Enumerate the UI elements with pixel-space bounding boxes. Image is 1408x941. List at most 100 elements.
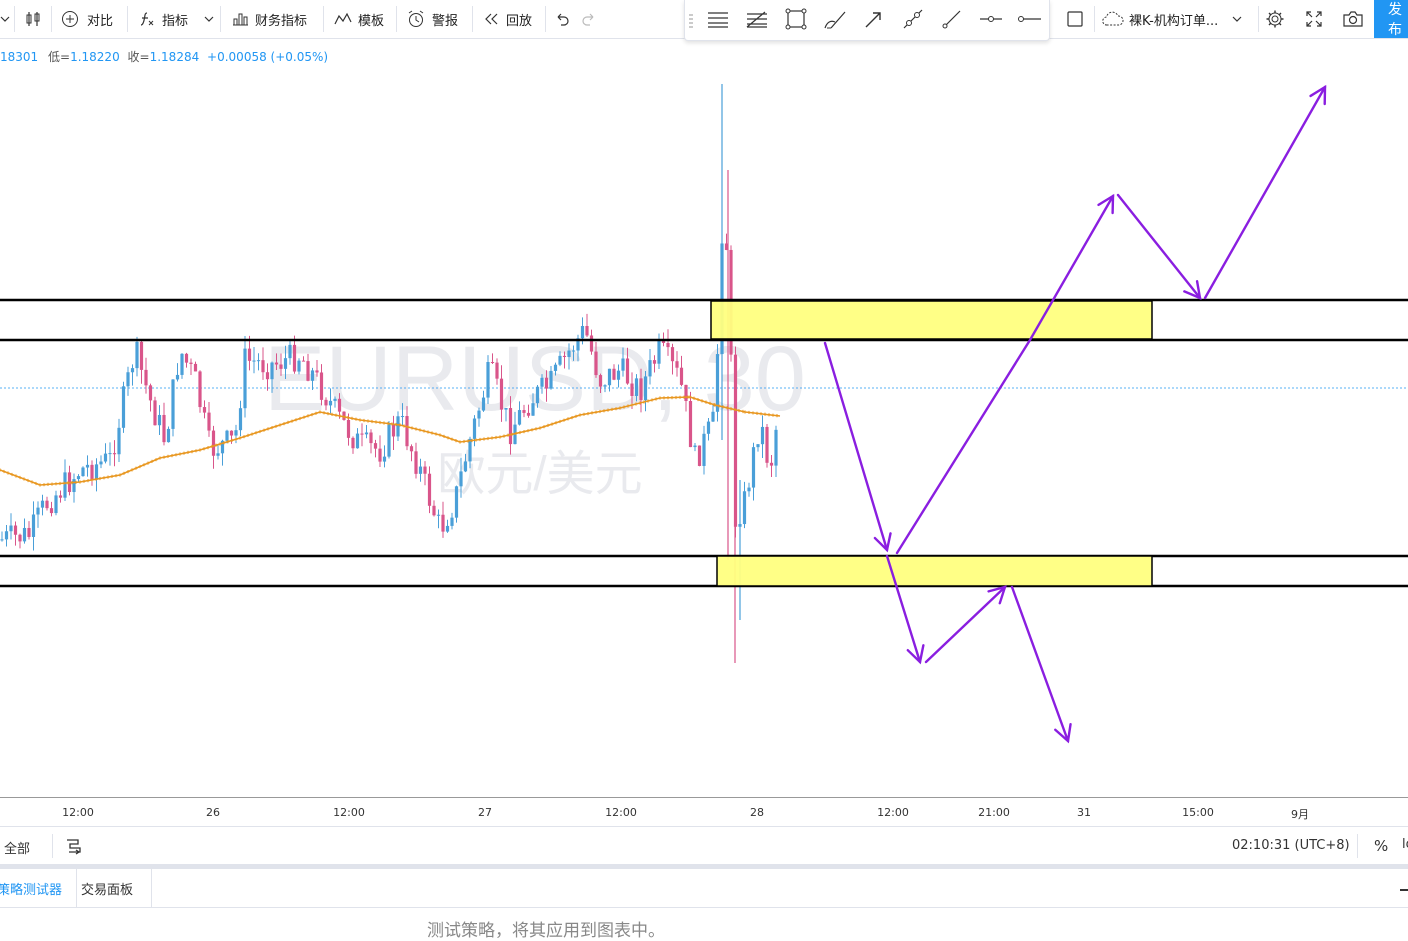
candle-body xyxy=(378,448,382,462)
candle-body xyxy=(58,495,63,498)
percent-scale-button[interactable]: % xyxy=(1374,837,1388,855)
candle-body xyxy=(634,378,639,396)
drag-handle-icon[interactable] xyxy=(689,13,693,28)
candle-body xyxy=(184,353,189,363)
candle-body xyxy=(666,342,670,348)
horizontal-line-button[interactable] xyxy=(1011,0,1049,38)
compare-label: 对比 xyxy=(87,13,114,29)
publish-button[interactable]: 发布 xyxy=(1374,0,1408,38)
candle-body xyxy=(225,430,229,441)
template-select[interactable]: 裸K-机构订单... xyxy=(1101,0,1242,38)
candle-body xyxy=(427,473,432,506)
projection-arrow-line[interactable] xyxy=(895,194,1115,555)
projection-arrow-line[interactable] xyxy=(924,585,1007,664)
compare-button[interactable]: 对比 xyxy=(61,0,113,38)
indicators-button[interactable]: 指标 xyxy=(138,0,214,38)
candle-body xyxy=(337,398,342,412)
range-all-button[interactable]: 全部 xyxy=(4,838,30,857)
chevron-down-icon[interactable] xyxy=(0,0,14,38)
date-range-button[interactable] xyxy=(64,836,84,860)
function-icon xyxy=(140,12,154,26)
fullscreen-button[interactable] xyxy=(1305,0,1323,38)
toolbar-divider xyxy=(51,6,52,32)
candle-body xyxy=(202,407,207,413)
brush-tools-button[interactable] xyxy=(816,0,854,38)
candle-body xyxy=(558,355,562,365)
candle-body xyxy=(477,410,481,419)
candle-body xyxy=(351,437,355,449)
candle-body xyxy=(261,360,265,373)
time-label: 12:00 xyxy=(333,806,365,819)
candle-body xyxy=(49,508,54,514)
shape-tools-button[interactable] xyxy=(777,0,815,38)
trend-line-button[interactable] xyxy=(894,0,932,38)
candle-body xyxy=(774,429,778,466)
fib-tools-button[interactable] xyxy=(738,0,776,38)
candle-body xyxy=(454,486,459,518)
redo-button[interactable] xyxy=(581,0,597,38)
ma-marker xyxy=(194,449,198,453)
rectangle-select-button[interactable] xyxy=(1066,0,1084,38)
time-axis[interactable]: 12:00 26 12:00 27 12:00 28 12:00 21:00 3… xyxy=(0,797,1408,826)
candle-body xyxy=(346,419,351,438)
candle-body xyxy=(153,400,157,426)
projection-arrow-line[interactable] xyxy=(823,341,889,552)
candle-body xyxy=(297,360,301,372)
candle-body xyxy=(594,351,598,376)
templates-label: 模板 xyxy=(358,13,385,29)
projection-arrow-line[interactable] xyxy=(1010,585,1070,743)
candle-body xyxy=(769,462,774,466)
arrow-tool-button[interactable] xyxy=(855,0,893,38)
candle-body xyxy=(301,360,306,362)
price-chart[interactable]: EURUSD, 30 欧元/美元 xyxy=(0,38,1408,797)
candle-body xyxy=(747,487,751,492)
templates-button[interactable]: 模板 xyxy=(334,0,384,38)
financials-button[interactable]: 财务指标 xyxy=(231,0,307,38)
minimize-icon[interactable] xyxy=(1400,889,1408,891)
replay-button[interactable]: 回放 xyxy=(482,0,532,38)
toolbar-divider xyxy=(220,6,221,32)
time-label: 15:00 xyxy=(1182,806,1214,819)
candle-body xyxy=(139,341,144,370)
candle-body xyxy=(612,368,616,380)
candle-body xyxy=(742,491,747,525)
support-zone[interactable] xyxy=(716,555,1153,587)
candle-body xyxy=(589,335,594,352)
camera-icon xyxy=(1343,11,1363,27)
candle-body xyxy=(355,433,360,449)
candle-body xyxy=(63,472,67,498)
settings-button[interactable] xyxy=(1265,0,1285,38)
ray-button[interactable] xyxy=(933,0,971,38)
candle-body xyxy=(364,432,369,435)
candle-body xyxy=(553,364,558,371)
ma-marker xyxy=(42,483,46,487)
time-label: 21:00 xyxy=(978,806,1010,819)
goto-date-icon xyxy=(67,839,81,855)
tab-trading-panel[interactable]: 交易面板 xyxy=(63,869,152,907)
candlestick-icon xyxy=(26,12,40,26)
candle-body xyxy=(405,416,409,447)
screenshot-button[interactable] xyxy=(1342,0,1364,38)
log-scale-button[interactable]: lo xyxy=(1402,837,1408,852)
ma-marker xyxy=(114,474,118,478)
horizontal-ray-button[interactable] xyxy=(972,0,1010,38)
candle-body xyxy=(306,361,310,381)
resistance-zone[interactable] xyxy=(710,300,1153,340)
candle-body xyxy=(490,362,495,364)
line-tools-button[interactable] xyxy=(699,0,737,38)
candle-style-button[interactable] xyxy=(24,0,42,38)
projection-arrow-line[interactable] xyxy=(1116,193,1202,300)
projection-arrow-line[interactable] xyxy=(1203,85,1327,300)
candle-body xyxy=(481,397,486,411)
clock-readout[interactable]: 02:10:31 (UTC+8) xyxy=(1232,838,1350,853)
time-label: 31 xyxy=(1077,806,1091,819)
undo-button[interactable] xyxy=(554,0,570,38)
watermark-name: 欧元/美元 xyxy=(437,448,642,501)
chevron-down-icon[interactable] xyxy=(204,14,214,24)
candle-body xyxy=(207,412,211,431)
candle-body xyxy=(508,408,513,445)
bar-chart-icon xyxy=(233,13,248,26)
ma-marker xyxy=(86,479,90,483)
candle-body xyxy=(652,360,657,364)
alerts-button[interactable]: 警报 xyxy=(406,0,458,38)
